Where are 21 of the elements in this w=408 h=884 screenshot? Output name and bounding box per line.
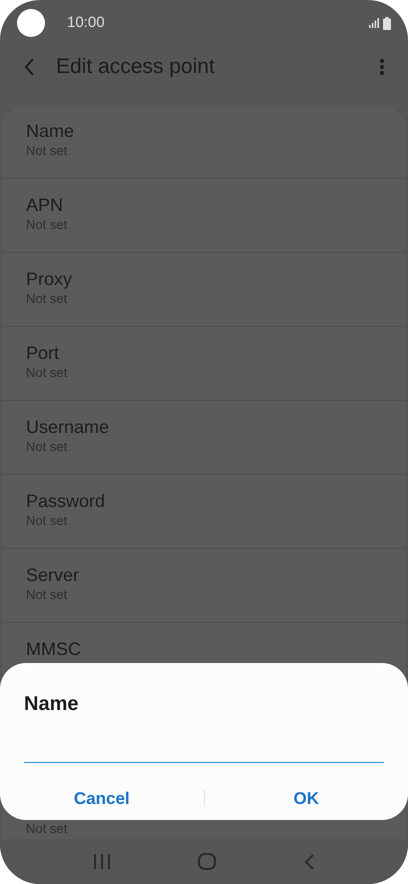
battery-icon bbox=[383, 16, 391, 30]
setting-title[interactable]: Server bbox=[26, 564, 382, 586]
camera-cutout bbox=[17, 9, 45, 37]
dialog-title: Name bbox=[24, 692, 80, 716]
more-options-icon[interactable] bbox=[380, 59, 384, 75]
setting-title[interactable]: Password bbox=[26, 490, 382, 512]
dialog-button[interactable]: Cancel bbox=[0, 778, 204, 818]
back-icon[interactable] bbox=[24, 58, 35, 76]
setting-title[interactable]: APN bbox=[26, 194, 382, 216]
setting-title[interactable]: MMSC bbox=[26, 638, 382, 660]
home-icon[interactable] bbox=[198, 853, 216, 870]
status-time: 10:00 bbox=[67, 12, 105, 33]
page-title: Edit access point bbox=[56, 54, 215, 80]
dialog-button[interactable]: OK bbox=[204, 778, 408, 818]
setting-title[interactable]: Name bbox=[26, 120, 382, 142]
setting-title[interactable]: Username bbox=[26, 416, 382, 438]
setting-title[interactable]: Port bbox=[26, 342, 382, 364]
back-icon[interactable] bbox=[304, 854, 314, 870]
setting-title[interactable]: Proxy bbox=[26, 268, 382, 290]
recent-apps-icon[interactable] bbox=[94, 854, 110, 869]
signal-icon bbox=[369, 18, 379, 28]
